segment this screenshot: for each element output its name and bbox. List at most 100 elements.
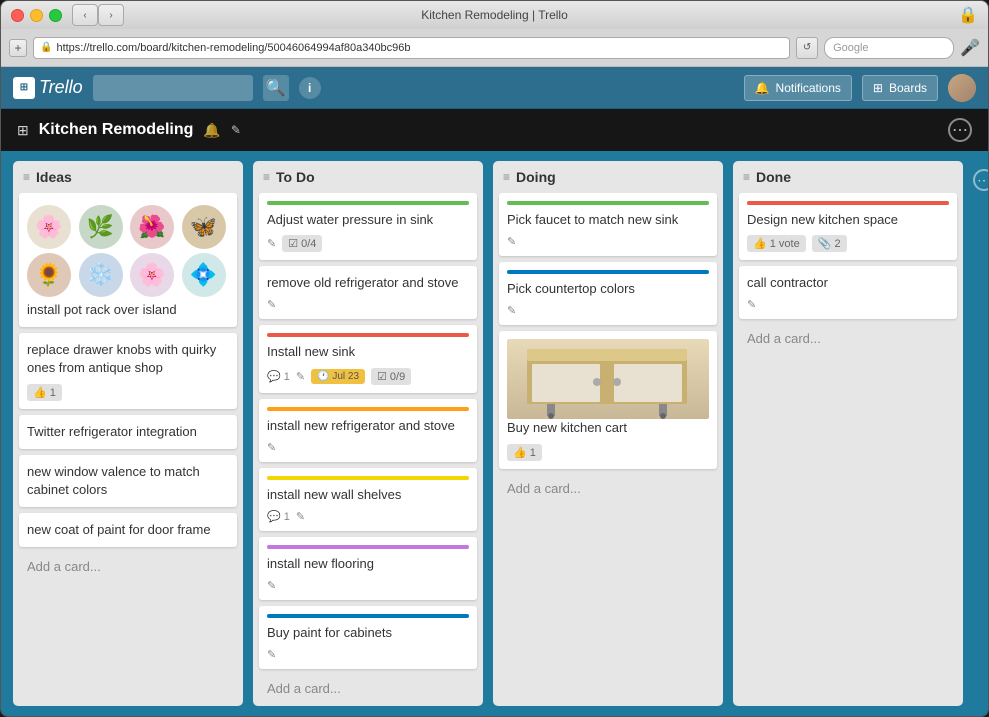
edit-icon-remove-fridge[interactable]: ✎ — [267, 298, 276, 311]
list-header-doing: ≡ Doing — [493, 161, 723, 193]
card-install-fridge[interactable]: install new refrigerator and stove ✎ — [259, 399, 477, 462]
edit-icon-sink[interactable]: ✎ — [296, 370, 305, 383]
forward-button[interactable]: › — [98, 4, 124, 26]
edit-icon-shelves[interactable]: ✎ — [296, 510, 305, 523]
new-tab-button[interactable]: + — [9, 39, 27, 57]
card-label-pick-faucet — [507, 201, 709, 205]
user-avatar[interactable] — [948, 74, 976, 102]
add-card-done[interactable]: Add a card... — [739, 325, 957, 352]
list-body-doing: Pick faucet to match new sink ✎ Pick cou… — [493, 193, 723, 706]
trello-icon: ⊞ — [13, 77, 35, 99]
header-search-button[interactable]: 🔍 — [263, 75, 289, 101]
card-title-install-fridge: install new refrigerator and stove — [267, 417, 469, 435]
card-drawer-knobs[interactable]: replace drawer knobs with quirky ones fr… — [19, 333, 237, 408]
card-contractor[interactable]: call contractor ✎ — [739, 266, 957, 319]
card-meta-water-pressure: ✎ ☑ 0/4 — [267, 235, 469, 252]
card-title-paint-door: new coat of paint for door frame — [27, 521, 229, 539]
card-flooring[interactable]: install new flooring ✎ — [259, 537, 477, 600]
card-paint-door[interactable]: new coat of paint for door frame — [19, 513, 237, 547]
card-meta-countertop: ✎ — [507, 304, 709, 317]
vote-badge-design-kitchen: 👍 1 vote — [747, 235, 806, 252]
board-content: ≡ Ideas 🌸 🌿 🌺 🦋 🌻 ❄️ 🌸 💠 — [1, 151, 988, 716]
edit-icon-contractor[interactable]: ✎ — [747, 298, 756, 311]
card-design-kitchen[interactable]: Design new kitchen space 👍 1 vote 📎 2 — [739, 193, 957, 260]
vote-badge-kitchen-cart: 👍 1 — [507, 444, 542, 461]
card-countertop[interactable]: Pick countertop colors ✎ — [499, 262, 717, 325]
app-header: ⊞ Trello 🔍 i 🔔 Notifications ⊞ Boards — [1, 67, 988, 109]
app-window: ‹ › Kitchen Remodeling | Trello 🔒 + 🔒 ht… — [0, 0, 989, 717]
browser-toolbar: + 🔒 https://trello.com/board/kitchen-rem… — [1, 29, 988, 67]
card-paint-cabinets[interactable]: Buy paint for cabinets ✎ — [259, 606, 477, 669]
card-install-pot-rack[interactable]: 🌸 🌿 🌺 🦋 🌻 ❄️ 🌸 💠 install pot rack over i… — [19, 193, 237, 327]
card-label-paint-cabinets — [267, 614, 469, 618]
card-title-paint-cabinets: Buy paint for cabinets — [267, 624, 469, 642]
comment-count-shelves: 💬 1 — [267, 510, 290, 523]
url-bar[interactable]: 🔒 https://trello.com/board/kitchen-remod… — [33, 37, 790, 59]
card-meta-wall-shelves: 💬 1 ✎ — [267, 510, 469, 523]
edit-icon-countertop[interactable]: ✎ — [507, 304, 516, 317]
edit-icon-install-fridge[interactable]: ✎ — [267, 441, 276, 454]
close-button[interactable] — [11, 9, 24, 22]
card-meta-install-fridge: ✎ — [267, 441, 469, 454]
list-ideas: ≡ Ideas 🌸 🌿 🌺 🦋 🌻 ❄️ 🌸 💠 — [13, 161, 243, 706]
boards-button[interactable]: ⊞ Boards — [862, 75, 938, 101]
card-title-install-sink: Install new sink — [267, 343, 469, 361]
list-doing: ≡ Doing Pick faucet to match new sink ✎ … — [493, 161, 723, 706]
card-wall-shelves[interactable]: install new wall shelves 💬 1 ✎ — [259, 468, 477, 531]
window-title: Kitchen Remodeling | Trello — [421, 8, 568, 22]
board-menu-button[interactable]: ⋯ — [948, 118, 972, 142]
list-body-ideas: 🌸 🌿 🌺 🦋 🌻 ❄️ 🌸 💠 install pot rack over i… — [13, 193, 243, 706]
card-twitter-fridge[interactable]: Twitter refrigerator integration — [19, 415, 237, 449]
traffic-lights — [11, 9, 62, 22]
board-bell-icon[interactable]: 🔔 — [203, 122, 220, 139]
card-label-wall-shelves — [267, 476, 469, 480]
notifications-button[interactable]: 🔔 Notifications — [744, 75, 852, 101]
card-kitchen-cart[interactable]: Buy new kitchen cart 👍 1 — [499, 331, 717, 468]
card-window-valence[interactable]: new window valence to match cabinet colo… — [19, 455, 237, 507]
attachment-design-kitchen: 📎 2 — [812, 235, 847, 252]
card-meta-flooring: ✎ — [267, 579, 469, 592]
add-card-doing[interactable]: Add a card... — [499, 475, 717, 502]
trello-logo: ⊞ Trello — [13, 77, 83, 99]
card-remove-fridge[interactable]: remove old refrigerator and stove ✎ — [259, 266, 477, 319]
header-search-input[interactable] — [93, 75, 253, 101]
card-meta-design-kitchen: 👍 1 vote 📎 2 — [747, 235, 949, 252]
card-label-flooring — [267, 545, 469, 549]
maximize-button[interactable] — [49, 9, 62, 22]
browser-search-bar[interactable]: Google — [824, 37, 954, 59]
card-label-water-pressure — [267, 201, 469, 205]
refresh-button[interactable]: ↺ — [796, 37, 818, 59]
boards-label: Boards — [889, 81, 927, 95]
list-done: ≡ Done Design new kitchen space 👍 1 vote… — [733, 161, 963, 706]
card-install-sink[interactable]: Install new sink 💬 1 ✎ 🕐 Jul 23 ☑ 0/9 — [259, 325, 477, 392]
card-title-flooring: install new flooring — [267, 555, 469, 573]
card-title-remove-fridge: remove old refrigerator and stove — [267, 274, 469, 292]
card-label-install-sink — [267, 333, 469, 337]
list-title-doing: Doing — [516, 169, 713, 185]
list-title-done: Done — [756, 169, 953, 185]
card-water-pressure[interactable]: Adjust water pressure in sink ✎ ☑ 0/4 — [259, 193, 477, 260]
add-card-todo[interactable]: Add a card... — [259, 675, 477, 702]
card-title-pick-faucet: Pick faucet to match new sink — [507, 211, 709, 229]
add-card-ideas[interactable]: Add a card... — [19, 553, 237, 580]
list-body-todo: Adjust water pressure in sink ✎ ☑ 0/4 re… — [253, 193, 483, 706]
list-title-ideas: Ideas — [36, 169, 233, 185]
checklist-water-pressure: ☑ 0/4 — [282, 235, 322, 252]
titlebar-right-icons: 🔒 — [958, 5, 978, 25]
scroll-indicator: ⋯ — [973, 161, 988, 706]
edit-icon-pick-faucet[interactable]: ✎ — [507, 235, 516, 248]
board-scroll-button[interactable]: ⋯ — [973, 169, 988, 191]
notifications-label: Notifications — [776, 81, 841, 95]
card-pick-faucet[interactable]: Pick faucet to match new sink ✎ — [499, 193, 717, 256]
header-info-button[interactable]: i — [299, 77, 321, 99]
edit-icon-water-pressure[interactable]: ✎ — [267, 237, 276, 250]
edit-icon-flooring[interactable]: ✎ — [267, 579, 276, 592]
card-title-pot-rack: install pot rack over island — [27, 301, 229, 319]
boards-icon: ⊞ — [873, 81, 883, 95]
edit-icon-paint-cabinets[interactable]: ✎ — [267, 648, 276, 661]
board-edit-icon[interactable]: ✎ — [231, 123, 241, 137]
back-button[interactable]: ‹ — [72, 4, 98, 26]
minimize-button[interactable] — [30, 9, 43, 22]
card-meta-contractor: ✎ — [747, 298, 949, 311]
card-label-install-fridge — [267, 407, 469, 411]
